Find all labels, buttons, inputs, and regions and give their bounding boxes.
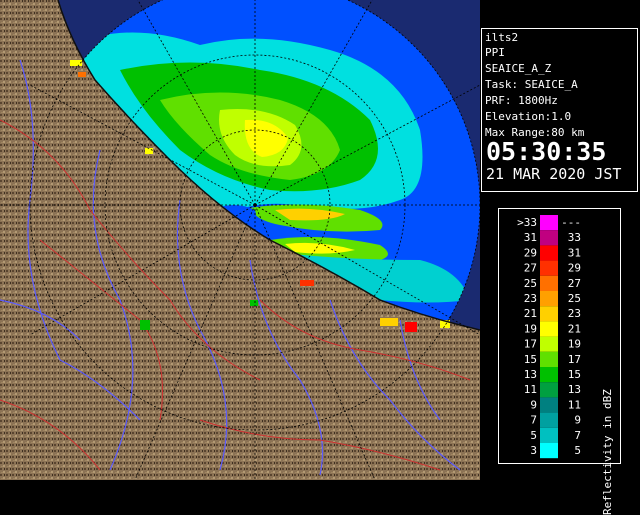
legend-high-label: 27 <box>568 277 581 290</box>
legend-swatch <box>540 230 558 246</box>
legend-low-label: 25 <box>524 277 537 290</box>
legend-swatch <box>540 367 558 383</box>
legend-low-label: 21 <box>524 307 537 320</box>
legend-high-label: 23 <box>568 307 581 320</box>
legend-low-label: 31 <box>524 231 537 244</box>
legend-low-label: 9 <box>530 398 537 411</box>
product-type: PPI <box>485 46 505 59</box>
legend-high-label: 13 <box>568 383 581 396</box>
legend-swatch <box>540 412 558 428</box>
legend-low-label: 17 <box>524 338 537 351</box>
legend-swatch <box>540 443 558 459</box>
legend-high-label: 21 <box>568 322 581 335</box>
legend-high-label: 29 <box>568 262 581 275</box>
legend-swatch <box>540 336 558 352</box>
legend-swatch <box>540 382 558 398</box>
legend-swatch <box>540 321 558 337</box>
legend-high-label: --- <box>561 216 581 229</box>
task-label: Task: SEAICE_A <box>485 78 578 91</box>
legend-swatch <box>540 215 558 231</box>
legend-low-label: 29 <box>524 246 537 259</box>
legend-high-label: 5 <box>574 444 581 457</box>
legend-title: Reflectivity in dBZ <box>601 389 614 515</box>
legend-swatch <box>540 427 558 443</box>
legend-low-label: 15 <box>524 353 537 366</box>
legend-low-label: 11 <box>524 383 537 396</box>
legend-low-label: 19 <box>524 322 537 335</box>
legend-low-label: 5 <box>530 429 537 442</box>
task-config: SEAICE_A_Z <box>485 62 552 75</box>
info-panel: ilts2 PPI SEAICE_A_Z Task: SEAICE_A PRF:… <box>481 28 638 192</box>
elevation-label: Elevation:1.0 <box>485 110 572 123</box>
radar-map-canvas <box>0 0 480 480</box>
legend-high-label: 11 <box>568 398 581 411</box>
reflectivity-legend: >33 --- 31 33 29 31 27 29 25 27 23 25 21 23 19 21 17 19 15… <box>498 208 621 515</box>
site-name: ilts2 <box>485 31 519 44</box>
legend-low-label: >33 <box>517 216 537 229</box>
legend-high-label: 9 <box>574 414 581 427</box>
legend-high-label: 25 <box>568 292 581 305</box>
legend-low-label: 23 <box>524 292 537 305</box>
legend-high-label: 15 <box>568 368 581 381</box>
legend-swatch <box>540 351 558 367</box>
legend-swatch <box>540 260 558 276</box>
legend-low-label: 27 <box>524 262 537 275</box>
legend-swatch <box>540 291 558 307</box>
legend-swatch <box>540 245 558 261</box>
legend-swatch <box>540 275 558 291</box>
legend-low-label: 13 <box>524 368 537 381</box>
legend-low-label: 7 <box>530 414 537 427</box>
legend-high-label: 17 <box>568 353 581 366</box>
radar-ppi-view[interactable] <box>0 0 480 480</box>
legend-swatch <box>540 306 558 322</box>
legend-high-label: 19 <box>568 338 581 351</box>
legend-low-label: 3 <box>530 444 537 457</box>
prf-label: PRF: 1800Hz <box>485 94 558 107</box>
observation-date: 21 MAR 2020 JST <box>486 165 622 183</box>
legend-swatch <box>540 397 558 413</box>
observation-time: 05:30:35 <box>486 137 607 166</box>
legend-high-label: 33 <box>568 231 581 244</box>
legend-high-label: 7 <box>574 429 581 442</box>
legend-high-label: 31 <box>568 246 581 259</box>
